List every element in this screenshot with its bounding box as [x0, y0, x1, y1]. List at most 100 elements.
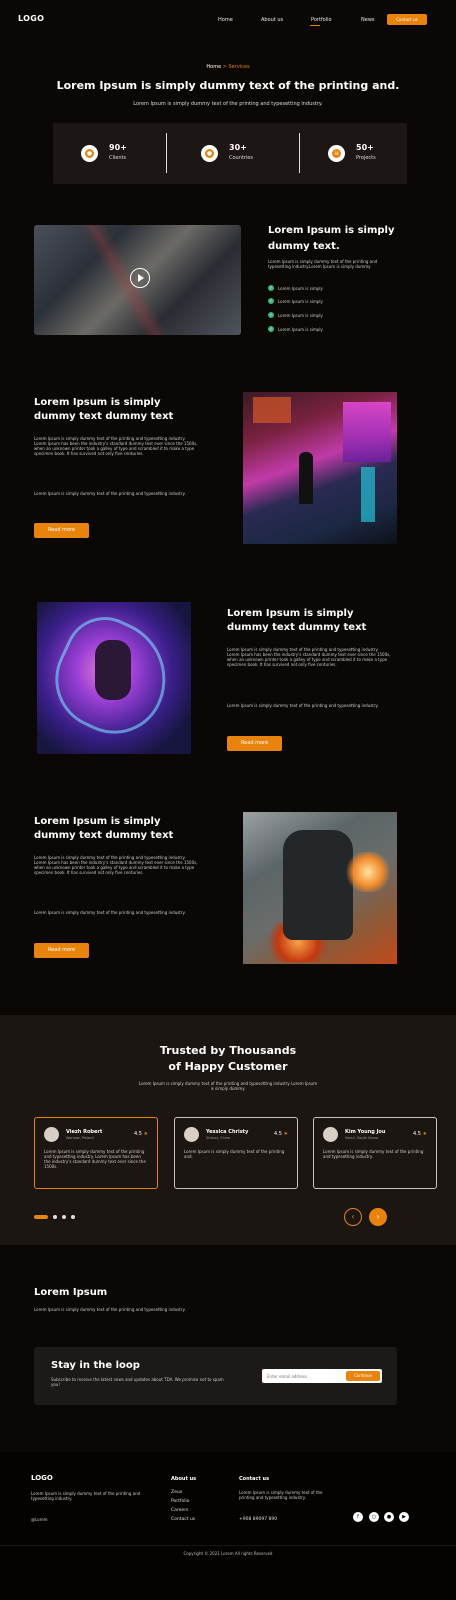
footer-link[interactable]: Contact us: [171, 1517, 195, 1522]
read-more-button[interactable]: Read more: [34, 943, 89, 958]
footer-about-title: About us: [171, 1476, 197, 1482]
checklist-item: ✓ Lorem Ipsum is simply: [268, 326, 323, 332]
cyberpunk-street-image: [243, 392, 397, 544]
user-icon: ●: [81, 145, 98, 162]
armored-soldier-image: [243, 812, 397, 964]
list-icon: ≡: [328, 145, 345, 162]
stats-panel: [53, 123, 407, 184]
read-more-button[interactable]: Read more: [227, 736, 282, 751]
newsletter-box-title: Stay in the loop: [51, 1360, 140, 1371]
customer-name: Viezh Robert: [66, 1129, 103, 1135]
youtube-icon[interactable]: ▶: [399, 1512, 409, 1522]
feature-title: Lorem Ipsum is simply dummy text dummy t…: [34, 397, 174, 422]
carousel-dot[interactable]: [53, 1215, 57, 1219]
stat-label: Projects: [356, 155, 376, 161]
newsletter-box-text: Subscribe to receive the latest news and…: [51, 1377, 224, 1387]
rating: 4.5 ★: [133, 1131, 148, 1137]
check-icon: ✓: [268, 298, 274, 304]
instagram-icon[interactable]: ○: [369, 1512, 379, 1522]
footer-description: Lorem Ipsum is simply dummy text of the …: [31, 1491, 141, 1501]
chevron-right-icon[interactable]: ›: [369, 1208, 387, 1226]
check-icon: ✓: [268, 285, 274, 291]
stat-label: Clients: [109, 155, 127, 161]
testimonial-card[interactable]: Kim Young Jou Seoul, South Korea 4.5 ★ L…: [313, 1117, 437, 1189]
footer-link[interactable]: Portfolio: [171, 1499, 190, 1504]
stat-divider: [166, 133, 167, 173]
email-field-wrapper: Continue: [262, 1369, 382, 1383]
feature-text-secondary: Lorem Ipsum is simply dummy text of the …: [34, 491, 186, 496]
feature-title: Lorem Ipsum is simply dummy text dummy t…: [227, 608, 367, 633]
avatar: [44, 1127, 59, 1142]
logo[interactable]: LOGO: [18, 14, 44, 23]
feature-text: Lorem Ipsum is simply dummy text of the …: [227, 647, 391, 667]
testimonial-card[interactable]: Viezh Robert Warsaw, Poland 4.5 ★ Lorem …: [34, 1117, 158, 1189]
testimonials-title: Trusted by Thousands of Happy Customer: [159, 1044, 297, 1073]
rating: 4.5 ★: [273, 1131, 288, 1137]
customer-name: Yessica Christy: [206, 1129, 249, 1135]
stat-label: Countries: [229, 155, 253, 161]
nav-news[interactable]: News: [361, 17, 375, 23]
video-section-text: Lorem Ipsum is simply dummy text of the …: [268, 259, 378, 269]
customer-location: Shanxi, China: [206, 1136, 231, 1140]
nav-about-us[interactable]: About us: [261, 17, 283, 23]
star-icon: ★: [283, 1131, 288, 1137]
footer-handle[interactable]: @Lorem: [31, 1517, 48, 1522]
feature-text-secondary: Lorem Ipsum is simply dummy text of the …: [34, 910, 186, 915]
stat-value: 90+: [109, 143, 127, 152]
customer-name: Kim Young Jou: [345, 1129, 386, 1135]
footer: [0, 1452, 456, 1600]
newsletter-box: Stay in the loop Subscribe to receive th…: [34, 1347, 397, 1405]
footer-contact-title: Contact us: [239, 1476, 270, 1482]
check-icon: ✓: [268, 326, 274, 332]
rating: 4.5 ★: [412, 1131, 427, 1137]
feature-title: Lorem Ipsum is simply dummy text dummy t…: [34, 816, 174, 841]
read-more-button[interactable]: Read more: [34, 523, 89, 538]
checklist-item: ✓ Lorem Ipsum is simply: [268, 298, 323, 304]
nav-active-indicator: [310, 25, 320, 26]
footer-logo[interactable]: LOGO: [31, 1474, 53, 1482]
testimonials-subtitle: Lorem Ipsum is simply dummy text of the …: [138, 1081, 318, 1091]
footer-link[interactable]: Zeux: [171, 1490, 182, 1495]
testimonial-text: Lorem Ipsum is simply dummy text of the …: [44, 1149, 146, 1169]
continue-button[interactable]: Continue: [346, 1371, 380, 1381]
copyright: Copyright © 2021 Lorem All rights Reserv…: [183, 1551, 273, 1556]
page-subtitle: Lorem Ipsum is simply dummy text of the …: [133, 101, 323, 107]
nav-home[interactable]: Home: [218, 17, 233, 23]
customer-location: Warsaw, Poland: [66, 1136, 94, 1140]
breadcrumb-home[interactable]: Home: [206, 64, 221, 70]
checklist-item: ✓ Lorem Ipsum is simply: [268, 285, 323, 291]
play-icon[interactable]: [130, 268, 150, 288]
carousel-dot[interactable]: [71, 1215, 75, 1219]
video-section-title: Lorem Ipsum is simply dummy text.: [268, 225, 395, 252]
stat-value: 50+: [356, 143, 374, 152]
check-icon: ✓: [268, 312, 274, 318]
footer-contact-text: Lorem Ipsum is simply dummy text of the …: [239, 1490, 323, 1500]
testimonial-text: Lorem Ipsum is simply dummy text of the …: [323, 1149, 424, 1159]
checklist-item: ✓ Lorem Ipsum is simply: [268, 312, 323, 318]
stat-value: 30+: [229, 143, 247, 152]
page-title: Lorem Ipsum is simply dummy text of the …: [56, 79, 400, 92]
video-thumbnail[interactable]: [34, 225, 241, 335]
email-field[interactable]: [267, 1372, 345, 1380]
testimonial-card[interactable]: Yessica Christy Shanxi, China 4.5 ★ Lore…: [174, 1117, 298, 1189]
carousel-dot[interactable]: [62, 1215, 66, 1219]
chevron-left-icon[interactable]: ‹: [344, 1208, 362, 1226]
footer-link[interactable]: Careers: [171, 1508, 188, 1513]
nav-portfolio[interactable]: Portfolio: [311, 17, 332, 23]
carousel-dot-active[interactable]: [34, 1215, 48, 1219]
footer-divider: [0, 1545, 456, 1546]
testimonial-text: Lorem Ipsum is simply dummy text of the …: [184, 1149, 285, 1159]
avatar: [184, 1127, 199, 1142]
breadcrumb: Home > Services: [0, 64, 456, 70]
feature-text: Lorem Ipsum is simply dummy text of the …: [34, 855, 198, 875]
newsletter-text: Lorem Ipsum is simply dummy text of the …: [34, 1307, 186, 1312]
twitter-icon[interactable]: ●: [384, 1512, 394, 1522]
feature-text: Lorem Ipsum is simply dummy text of the …: [34, 436, 198, 456]
facebook-icon[interactable]: f: [353, 1512, 363, 1522]
breadcrumb-current: > Services: [222, 64, 250, 70]
footer-phone[interactable]: +908 89097 890: [239, 1517, 277, 1522]
feature-text-secondary: Lorem Ipsum is simply dummy text of the …: [227, 703, 379, 708]
anime-warrior-image: [37, 602, 191, 754]
contact-us-button[interactable]: Contact us: [387, 14, 427, 25]
star-icon: ★: [143, 1131, 148, 1137]
